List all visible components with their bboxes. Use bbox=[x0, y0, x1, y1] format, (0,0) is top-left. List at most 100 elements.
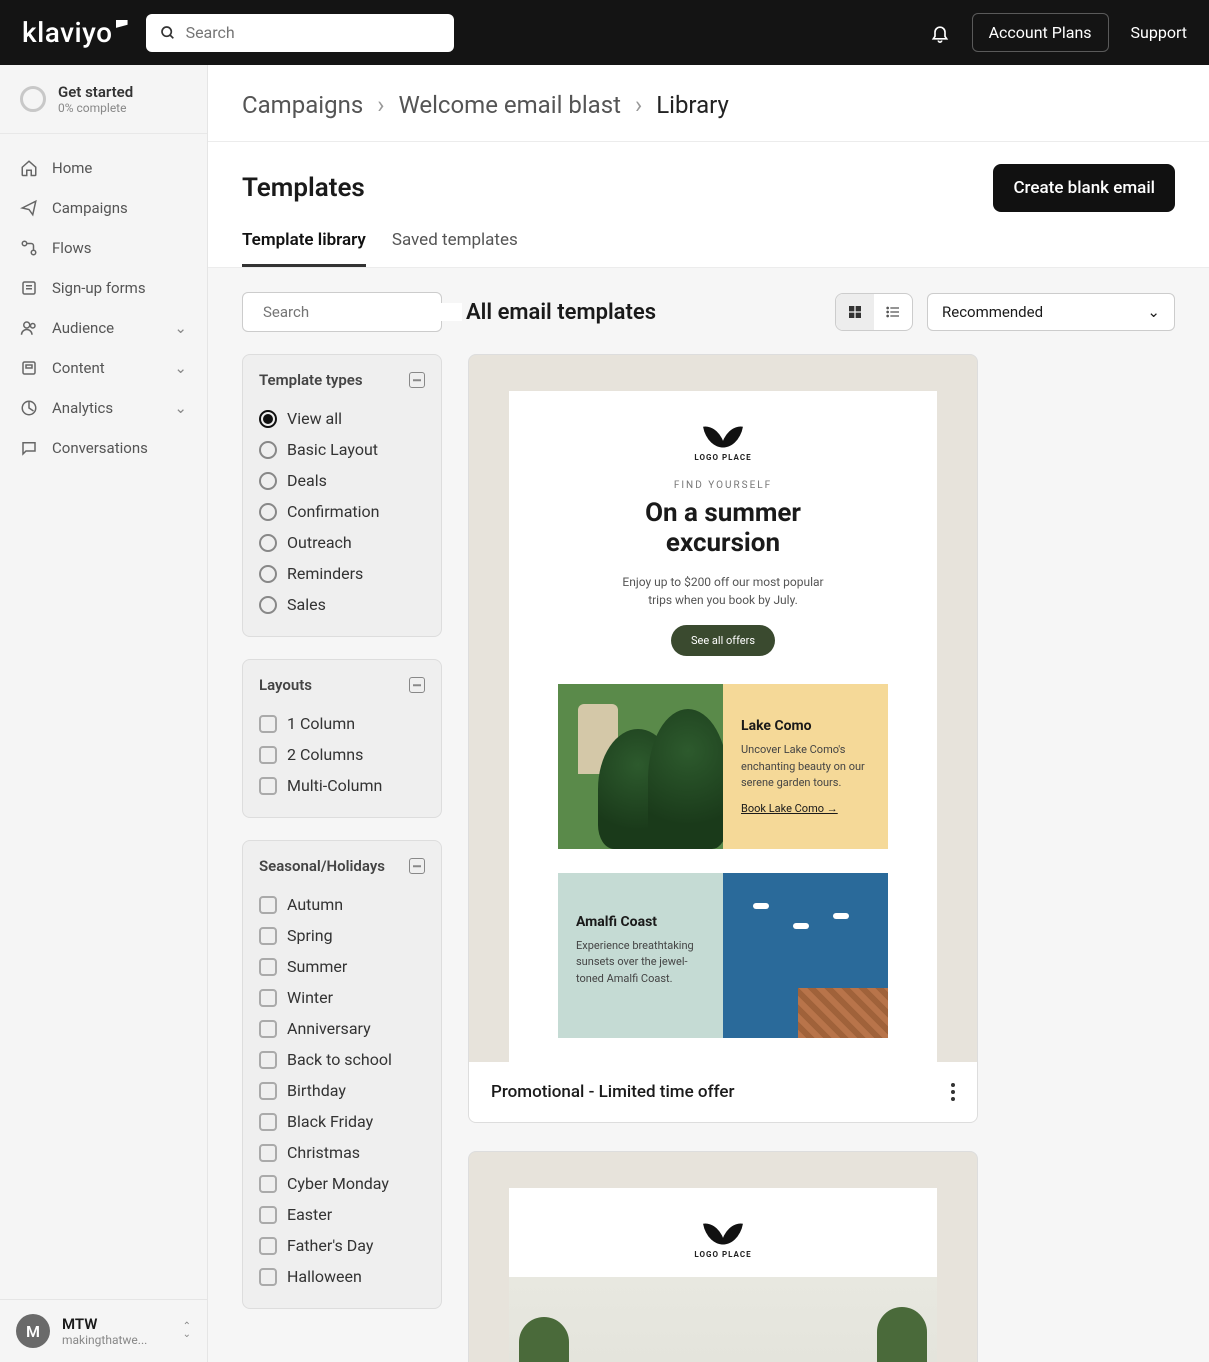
chevron-right-icon: › bbox=[377, 91, 384, 119]
nav-conversations[interactable]: Conversations bbox=[0, 428, 207, 468]
breadcrumb: Campaigns › Welcome email blast › Librar… bbox=[208, 65, 1209, 142]
avatar: M bbox=[16, 1314, 50, 1348]
checkbox-icon bbox=[259, 1020, 277, 1038]
collapse-icon[interactable] bbox=[409, 677, 425, 693]
seasonal-autumn[interactable]: Autumn bbox=[259, 889, 425, 920]
bell-icon[interactable] bbox=[930, 23, 950, 43]
nav-audience[interactable]: Audience⌄ bbox=[0, 308, 207, 348]
chevron-down-icon: ⌄ bbox=[1147, 303, 1160, 321]
template-search-input[interactable] bbox=[263, 303, 462, 321]
seasonal-summer[interactable]: Summer bbox=[259, 951, 425, 982]
nav-home[interactable]: Home bbox=[0, 148, 207, 188]
template-card-2[interactable]: LOGO PLACE bbox=[468, 1151, 978, 1362]
crumb-library: Library bbox=[656, 91, 729, 119]
seasonal-spring[interactable]: Spring bbox=[259, 920, 425, 951]
checkbox-icon bbox=[259, 1144, 277, 1162]
hero-image bbox=[509, 1277, 937, 1362]
seasonal-cyber-monday[interactable]: Cyber Monday bbox=[259, 1168, 425, 1199]
brand-logo[interactable]: klaviyo bbox=[22, 16, 128, 49]
updown-icon: ⌃⌄ bbox=[183, 1323, 191, 1339]
seasonal-christmas[interactable]: Christmas bbox=[259, 1137, 425, 1168]
template-card-promotional[interactable]: LOGO PLACE FIND YOURSELF On a summerexcu… bbox=[468, 354, 978, 1123]
seasonal-easter[interactable]: Easter bbox=[259, 1199, 425, 1230]
checkbox-icon bbox=[259, 1113, 277, 1131]
list-icon bbox=[885, 304, 901, 320]
type-confirmation[interactable]: Confirmation bbox=[259, 496, 425, 527]
crumb-welcome[interactable]: Welcome email blast bbox=[398, 91, 621, 119]
tab-saved-templates[interactable]: Saved templates bbox=[392, 230, 518, 267]
account-plans-button[interactable]: Account Plans bbox=[972, 13, 1109, 52]
type-basic-layout[interactable]: Basic Layout bbox=[259, 434, 425, 465]
radio-icon bbox=[259, 441, 277, 459]
collapse-icon[interactable] bbox=[409, 858, 425, 874]
tab-template-library[interactable]: Template library bbox=[242, 230, 366, 267]
template-preview: LOGO PLACE FIND YOURSELF On a summerexcu… bbox=[469, 355, 977, 1062]
checkbox-icon bbox=[259, 715, 277, 733]
seasonal-birthday[interactable]: Birthday bbox=[259, 1075, 425, 1106]
checkbox-icon bbox=[259, 746, 277, 764]
list-view-button[interactable] bbox=[874, 294, 912, 330]
get-started-title: Get started bbox=[58, 83, 133, 101]
radio-icon bbox=[259, 410, 277, 428]
get-started[interactable]: Get started 0% complete bbox=[0, 65, 207, 134]
layout-1col[interactable]: 1 Column bbox=[259, 708, 425, 739]
checkbox-icon bbox=[259, 1206, 277, 1224]
seasonal-halloween[interactable]: Halloween bbox=[259, 1261, 425, 1292]
crumb-campaigns[interactable]: Campaigns bbox=[242, 91, 363, 119]
filter-template-types: Template types View all Basic Layout Dea… bbox=[242, 354, 442, 637]
user-name: MTW bbox=[62, 1315, 147, 1333]
type-outreach[interactable]: Outreach bbox=[259, 527, 425, 558]
template-logo-icon bbox=[703, 417, 743, 449]
layout-2col[interactable]: 2 Columns bbox=[259, 739, 425, 770]
destination-image bbox=[723, 873, 888, 1038]
nav-analytics[interactable]: Analytics⌄ bbox=[0, 388, 207, 428]
checkbox-icon bbox=[259, 958, 277, 976]
layout-multi[interactable]: Multi-Column bbox=[259, 770, 425, 801]
user-sub: makingthatwe... bbox=[62, 1333, 147, 1347]
checkbox-icon bbox=[259, 989, 277, 1007]
template-name: Promotional - Limited time offer bbox=[491, 1082, 735, 1102]
seasonal-anniversary[interactable]: Anniversary bbox=[259, 1013, 425, 1044]
section-heading: All email templates bbox=[466, 300, 656, 325]
cta-pill: See all offers bbox=[671, 625, 775, 656]
nav-campaigns[interactable]: Campaigns bbox=[0, 188, 207, 228]
sort-select[interactable]: Recommended ⌄ bbox=[927, 293, 1175, 331]
destination-image bbox=[558, 684, 723, 849]
nav-content[interactable]: Content⌄ bbox=[0, 348, 207, 388]
flows-icon bbox=[20, 239, 38, 257]
seasonal-winter[interactable]: Winter bbox=[259, 982, 425, 1013]
type-sales[interactable]: Sales bbox=[259, 589, 425, 620]
grid-icon bbox=[847, 304, 863, 320]
kebab-menu-icon[interactable] bbox=[951, 1083, 955, 1101]
analytics-icon bbox=[20, 399, 38, 417]
template-search[interactable] bbox=[242, 292, 442, 332]
user-footer[interactable]: M MTW makingthatwe... ⌃⌄ bbox=[0, 1299, 207, 1362]
checkbox-icon bbox=[259, 896, 277, 914]
seasonal-back-to-school[interactable]: Back to school bbox=[259, 1044, 425, 1075]
filter-layouts: Layouts 1 Column 2 Columns Multi-Column bbox=[242, 659, 442, 818]
chevron-down-icon: ⌄ bbox=[174, 319, 187, 337]
chevron-down-icon: ⌄ bbox=[174, 359, 187, 377]
template-preview: LOGO PLACE bbox=[469, 1152, 977, 1362]
type-deals[interactable]: Deals bbox=[259, 465, 425, 496]
global-search[interactable] bbox=[146, 14, 454, 52]
seasonal-black-friday[interactable]: Black Friday bbox=[259, 1106, 425, 1137]
grid-view-button[interactable] bbox=[836, 294, 874, 330]
nav-flows[interactable]: Flows bbox=[0, 228, 207, 268]
radio-icon bbox=[259, 596, 277, 614]
collapse-icon[interactable] bbox=[409, 372, 425, 388]
chevron-right-icon: › bbox=[635, 91, 642, 119]
get-started-sub: 0% complete bbox=[58, 101, 133, 115]
type-view-all[interactable]: View all bbox=[259, 403, 425, 434]
progress-ring-icon bbox=[20, 86, 46, 112]
global-search-input[interactable] bbox=[186, 23, 440, 42]
create-blank-email-button[interactable]: Create blank email bbox=[993, 164, 1175, 212]
nav-signup-forms[interactable]: Sign-up forms bbox=[0, 268, 207, 308]
people-icon bbox=[20, 319, 38, 337]
type-reminders[interactable]: Reminders bbox=[259, 558, 425, 589]
template-logo-icon bbox=[703, 1214, 743, 1246]
chat-icon bbox=[20, 439, 38, 457]
content-icon bbox=[20, 359, 38, 377]
support-link[interactable]: Support bbox=[1131, 23, 1187, 42]
seasonal-fathers-day[interactable]: Father's Day bbox=[259, 1230, 425, 1261]
